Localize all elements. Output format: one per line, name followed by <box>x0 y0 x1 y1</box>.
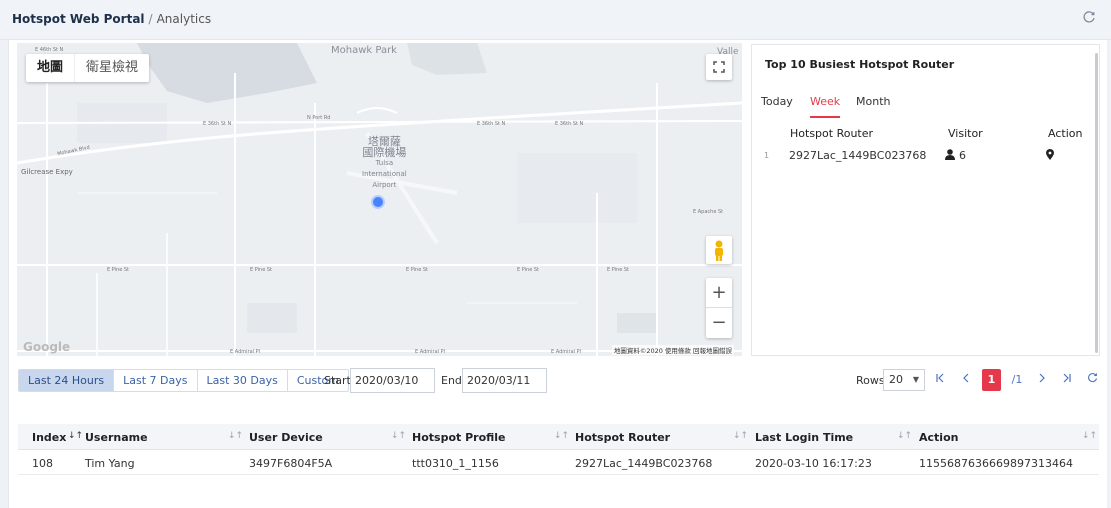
hotspot-marker[interactable] <box>371 195 385 209</box>
filter-last-7-days[interactable]: Last 7 Days <box>114 369 198 392</box>
street-label: E Pine St <box>406 267 429 273</box>
table-header: Index ↓↑ Username ↓↑ User Device ↓↑ Hots… <box>18 424 1099 450</box>
sort-icon[interactable]: ↓↑ <box>391 431 406 441</box>
street-label: E 36th St N <box>477 121 506 127</box>
sort-icon[interactable]: ↓↑ <box>228 431 243 441</box>
map-tab-map[interactable]: 地圖 <box>26 54 74 82</box>
filter-last-24-hours[interactable]: Last 24 Hours <box>18 369 115 392</box>
cell-username: Tim Yang <box>85 457 135 470</box>
caret-down-icon: ▼ <box>912 375 919 384</box>
panel-scrollbar[interactable] <box>1095 53 1098 353</box>
airport-label-zh-2: 國際機場 <box>362 146 407 159</box>
fullscreen-button[interactable] <box>706 54 732 80</box>
sort-icon[interactable]: ↓↑ <box>733 431 748 441</box>
sort-icon[interactable]: ↓↑ <box>897 431 912 441</box>
hotspot-map[interactable]: E 46th St N Mohawk Park Valle E 36th St … <box>17 43 742 356</box>
street-label: Gilcrease Expy <box>21 168 73 176</box>
map-attribution[interactable]: 地圖資料©2020 使用條款 回報地圖錯誤 <box>611 345 734 355</box>
airport-label-en-1: Tulsa <box>375 159 394 167</box>
column-header-hotspot-profile[interactable]: Hotspot Profile <box>412 431 506 444</box>
start-date-field[interactable]: 2020/03/10 <box>350 368 435 393</box>
street-label: E Pine St <box>517 267 540 273</box>
top-bar: Hotspot Web Portal / Analytics <box>0 0 1111 40</box>
column-header-index[interactable]: Index <box>32 431 66 444</box>
google-logo: Google <box>23 340 71 354</box>
area-label: Mohawk Park <box>331 45 397 56</box>
sort-icon[interactable]: ↓↑ <box>1082 431 1097 441</box>
cell-index: 108 <box>32 457 53 470</box>
column-header-visitor: Visitor <box>948 127 983 140</box>
map-tab-satellite[interactable]: 衛星檢視 <box>74 54 149 82</box>
street-label: E Apache St <box>693 209 724 215</box>
row-visitor-count: 6 <box>959 149 966 162</box>
cell-hotspot-router: 2927Lac_1449BC023768 <box>575 457 713 470</box>
refresh-icon[interactable] <box>1081 10 1097 26</box>
pegman-icon <box>715 240 723 261</box>
tab-month[interactable]: Month <box>856 95 890 116</box>
row-router: 2927Lac_1449BC023768 <box>789 149 927 162</box>
reload-table-icon[interactable] <box>1083 369 1102 391</box>
user-icon <box>944 148 956 163</box>
column-header-username[interactable]: Username <box>85 431 148 444</box>
rows-label: Rows <box>856 374 885 387</box>
street-label: E 36th St N <box>203 121 232 127</box>
fullscreen-icon <box>713 61 725 73</box>
zoom-control: + − <box>706 278 732 338</box>
breadcrumb-app-title[interactable]: Hotspot Web Portal <box>12 12 145 26</box>
busiest-router-panel: Top 10 Busiest Hotspot Router Today Week… <box>751 44 1100 356</box>
end-date-field[interactable]: 2020/03/11 <box>462 368 547 393</box>
next-page-icon[interactable] <box>1032 369 1051 391</box>
column-header-last-login-time[interactable]: Last Login Time <box>755 431 853 444</box>
cell-action: 1155687636669897313464 <box>919 457 1073 470</box>
zoom-in-button[interactable]: + <box>706 278 732 308</box>
column-header-action: Action <box>1048 127 1083 140</box>
airport-label-en-2: International <box>362 170 407 178</box>
last-page-icon[interactable] <box>1057 369 1076 391</box>
street-label: N Port Rd <box>307 115 331 121</box>
row-index: 1 <box>764 151 770 160</box>
column-header-router: Hotspot Router <box>790 127 874 140</box>
rows-per-page-value: 20 <box>889 373 903 386</box>
filter-last-30-days[interactable]: Last 30 Days <box>197 369 288 392</box>
breadcrumb-separator: / <box>148 12 153 26</box>
map-type-tabs: 地圖 衛星檢視 <box>26 54 150 82</box>
column-header-action[interactable]: Action <box>919 431 958 444</box>
sort-icon[interactable]: ↓↑ <box>554 431 569 441</box>
tab-today[interactable]: Today <box>761 95 793 116</box>
busiest-router-title: Top 10 Busiest Hotspot Router <box>765 58 955 71</box>
street-label: E Admiral Pl <box>415 349 446 355</box>
tab-week[interactable]: Week <box>810 95 841 118</box>
column-header-hotspot-router[interactable]: Hotspot Router <box>575 431 670 444</box>
rows-per-page-select[interactable]: 20 ▼ <box>883 369 925 391</box>
total-pages: /1 <box>1011 373 1023 386</box>
street-label: E Pine St <box>107 267 130 273</box>
previous-page-icon[interactable] <box>956 369 975 391</box>
airport-label-en-3: Airport <box>372 181 397 189</box>
cell-last-login-time: 2020-03-10 16:17:23 <box>755 457 872 470</box>
sort-icon[interactable]: ↓↑ <box>68 431 83 441</box>
current-page-button[interactable]: 1 <box>982 369 1001 391</box>
street-label: E Admiral Pl <box>230 349 261 355</box>
airport-label: 塔爾薩 國際機場 Tulsa International Airport <box>362 136 407 191</box>
map-pin-icon[interactable] <box>1046 149 1054 163</box>
street-label: E Admiral Pl <box>551 349 582 355</box>
cell-user-device: 3497F6804F5A <box>249 457 333 470</box>
street-label: E 46th St N <box>35 47 64 53</box>
street-view-pegman-button[interactable] <box>706 236 732 264</box>
first-page-icon[interactable] <box>930 369 949 391</box>
zoom-out-button[interactable]: − <box>706 308 732 338</box>
street-label: E Pine St <box>250 267 273 273</box>
time-range-filter: Last 24 Hours Last 7 Days Last 30 Days C… <box>18 369 350 392</box>
cell-hotspot-profile: ttt0310_1_1156 <box>412 457 499 470</box>
column-header-user-device[interactable]: User Device <box>249 431 323 444</box>
breadcrumb-page: Analytics <box>156 12 212 26</box>
street-label: E 36th St N <box>555 121 584 127</box>
table-row[interactable]: 108 Tim Yang 3497F6804F5A ttt0310_1_1156… <box>18 450 1099 475</box>
breadcrumb: Hotspot Web Portal / Analytics <box>12 12 211 26</box>
street-label: E Pine St <box>607 267 630 273</box>
